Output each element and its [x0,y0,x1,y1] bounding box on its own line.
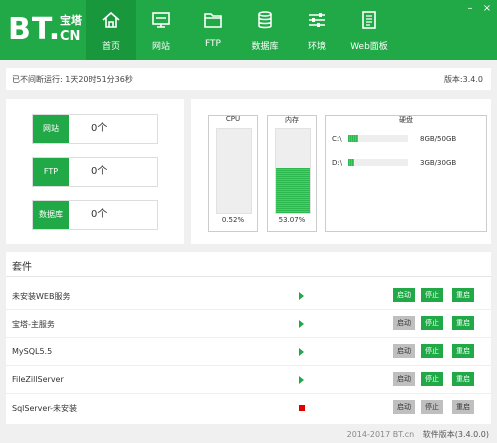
start-button[interactable]: 启动 [393,344,415,358]
plugin-row: MySQL5.5 启动 停止 重启 [6,338,491,366]
disk-title: 硬盘 [399,116,413,124]
cpu-percent: 0.52% [221,216,245,224]
stopped-icon [299,405,305,411]
memory-percent: 53.07% [278,216,306,224]
overview-panel: 网站 0个 FTP 0个 数据库 0个 [6,99,184,244]
running-icon [299,376,304,384]
plugin-row: 宝塔-主服务 启动 停止 重启 [6,310,491,338]
database-count-value: 0个 [91,209,108,220]
monitor-icon [152,12,170,28]
database-count-label: 数据库 [33,201,69,229]
disk-size: 8GB/50GB [420,135,457,143]
memory-bar [275,128,311,214]
plugin-name: FileZillServer [12,375,64,384]
restart-button[interactable]: 重启 [452,400,474,414]
disk-name: D:\ [332,159,343,167]
nav-label: 网站 [151,42,170,52]
memory-title: 内存 [285,116,299,124]
ftp-count-label: FTP [33,158,69,186]
cpu-meter: CPU 0.52% [208,115,258,232]
start-button[interactable]: 启动 [393,316,415,330]
nav-label: 数据库 [251,42,279,52]
nav-label: 环境 [307,42,326,52]
database-count-box[interactable]: 数据库 0个 [32,200,158,230]
sliders-icon [309,13,325,27]
disk-row: D:\ 3GB/30GB [332,158,482,168]
restart-button[interactable]: 重启 [452,316,474,330]
cpu-bar [216,128,252,214]
disk-size: 3GB/30GB [420,159,457,167]
start-button[interactable]: 启动 [393,372,415,386]
disk-row: C:\ 8GB/50GB [332,134,482,144]
cpu-title: CPU [225,115,241,123]
plugin-row: SqlServer-未安装 启动 停止 重启 [6,394,491,421]
disk-name: C:\ [332,135,342,143]
nav-web-panel[interactable]: Web面板 [344,0,394,60]
logo-text: BT. [8,12,62,47]
folder-icon [204,13,222,28]
disk-track [348,135,408,142]
nav-environment[interactable]: 环境 [292,0,342,60]
start-button[interactable]: 启动 [393,288,415,302]
stop-button[interactable]: 停止 [421,344,443,358]
memory-fill [276,168,310,213]
restart-button[interactable]: 重启 [452,372,474,386]
logo: BT. 宝塔 CN [8,12,82,47]
top-bar: BT. 宝塔 CN 首页 网站 FTP 数据库 环境 Web面板 – × [0,0,497,60]
database-icon [258,11,272,29]
stop-button[interactable]: 停止 [421,288,443,302]
nav-website[interactable]: 网站 [136,0,186,60]
plugins-title: 套件 [12,262,32,273]
nav-ftp[interactable]: FTP [188,0,238,60]
disk-fill [348,159,354,166]
uptime-text: 已不间断运行: 1天20时51分36秒 [12,75,133,84]
plugin-name: MySQL5.5 [12,347,53,356]
plugin-name: 未安装WEB服务 [12,292,71,301]
home-icon [102,11,120,28]
nav-database[interactable]: 数据库 [240,0,290,60]
website-count-label: 网站 [33,115,69,143]
disk-fill [348,135,358,142]
website-count-box[interactable]: 网站 0个 [32,114,158,144]
disk-track [348,159,408,166]
stop-button[interactable]: 停止 [421,316,443,330]
start-button[interactable]: 启动 [393,400,415,414]
copyright-text: 2014-2017 BT.cn [346,430,415,439]
ftp-count-box[interactable]: FTP 0个 [32,157,158,187]
software-version: 软件版本(3.4.0.0) [422,430,489,439]
minimize-button[interactable]: – [465,4,475,14]
close-button[interactable]: × [482,4,492,14]
nav-label: FTP [205,39,221,49]
plugins-panel: 套件 未安装WEB服务 启动 停止 重启 宝塔-主服务 启动 停止 重启 MyS… [6,252,491,424]
plugin-row: FileZillServer 启动 停止 重启 [6,366,491,394]
nav-home[interactable]: 首页 [86,0,136,60]
plugin-name: SqlServer-未安装 [12,404,77,413]
footer: 2014-2017 BT.cn 软件版本(3.4.0.0) [347,429,489,440]
memory-meter: 内存 53.07% [267,115,317,232]
restart-button[interactable]: 重启 [452,288,474,302]
nav-label: 首页 [101,42,120,52]
document-icon [362,11,376,29]
stop-button[interactable]: 停止 [421,372,443,386]
status-bar: 已不间断运行: 1天20时51分36秒 版本:3.4.0 [6,68,491,90]
version-text: 版本:3.4.0 [443,75,483,84]
plugins-header: 套件 [6,252,491,277]
restart-button[interactable]: 重启 [452,344,474,358]
plugin-name: 宝塔-主服务 [12,320,55,329]
stop-button[interactable]: 停止 [421,400,443,414]
running-icon [299,292,304,300]
running-icon [299,320,304,328]
nav-label: Web面板 [350,42,388,52]
disk-panel: 硬盘 C:\ 8GB/50GB D:\ 3GB/30GB [325,115,487,232]
website-count-value: 0个 [91,123,108,134]
ftp-count-value: 0个 [91,166,108,177]
plugin-row: 未安装WEB服务 启动 停止 重启 [6,282,491,310]
running-icon [299,348,304,356]
